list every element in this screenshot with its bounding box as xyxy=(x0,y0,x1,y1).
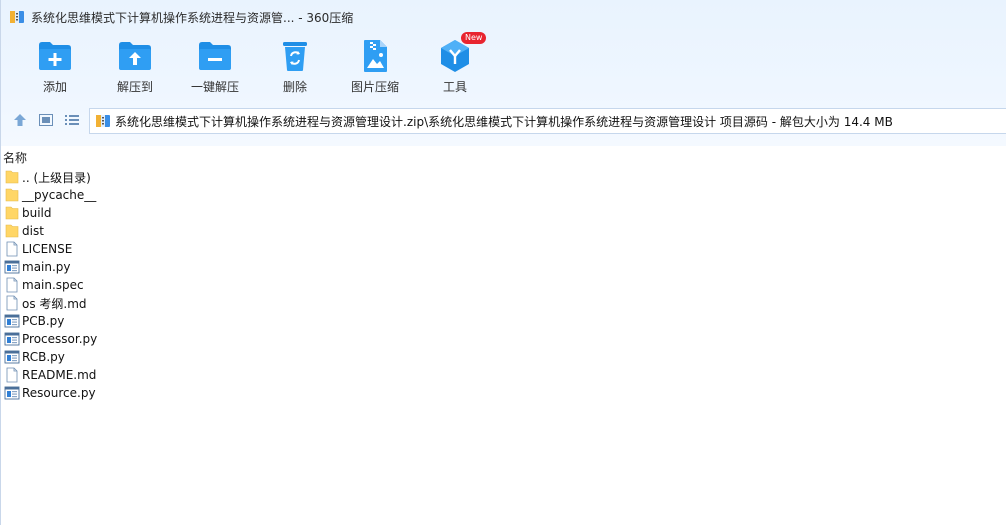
file-name: build xyxy=(22,206,52,220)
file-name: main.py xyxy=(22,260,71,274)
image-compress-label: 图片压缩 xyxy=(350,80,399,94)
address-bar[interactable]: 系统化思维模式下计算机操作系统进程与资源管理设计.zip\系统化思维模式下计算机… xyxy=(89,108,1006,134)
file-name: RCB.py xyxy=(22,350,65,364)
file-name: .. (上级目录) xyxy=(22,170,91,185)
thumbnail-view-button[interactable] xyxy=(33,107,59,135)
folder-extract-icon xyxy=(117,38,153,74)
file-row[interactable]: RCB.py xyxy=(4,348,1004,366)
document-icon xyxy=(4,241,20,257)
folder-quick-extract-icon xyxy=(197,38,233,74)
toolbar: 添加 解压到 一键解压 删除 图片压缩 New 工具 xyxy=(15,32,495,98)
file-row[interactable]: LICENSE xyxy=(4,240,1004,258)
top-area: 系统化思维模式下计算机操作系统进程与资源管... - 360压缩 添加 解压到 … xyxy=(1,0,1006,146)
file-name: dist xyxy=(22,224,44,238)
folder-icon xyxy=(4,187,20,203)
delete-button[interactable]: 删除 xyxy=(255,38,335,98)
file-row[interactable]: main.py xyxy=(4,258,1004,276)
document-icon xyxy=(4,367,20,383)
thumbnail-view-icon xyxy=(39,113,53,129)
python-file-icon xyxy=(4,259,20,275)
file-row[interactable]: Processor.py xyxy=(4,330,1004,348)
tools-label: 工具 xyxy=(442,80,467,94)
image-compress-button[interactable]: 图片压缩 xyxy=(335,38,415,98)
tools-button[interactable]: New 工具 xyxy=(415,32,495,98)
file-list: .. (上级目录) __pycache__build dist LICENSE main… xyxy=(4,168,1004,402)
file-row[interactable]: __pycache__ xyxy=(4,186,1004,204)
image-compress-icon xyxy=(357,38,393,74)
column-header-name[interactable]: 名称 xyxy=(1,146,1006,168)
folder-icon xyxy=(4,169,20,185)
up-level-button[interactable] xyxy=(7,107,33,135)
delete-label: 删除 xyxy=(282,80,307,94)
python-file-icon xyxy=(4,385,20,401)
quick-extract-label: 一键解压 xyxy=(190,80,239,94)
file-name: main.spec xyxy=(22,278,84,292)
column-name-label: 名称 xyxy=(3,150,28,165)
python-file-icon xyxy=(4,331,20,347)
file-row[interactable]: os 考纲.md xyxy=(4,294,1004,312)
file-name: Resource.py xyxy=(22,386,96,400)
file-name: os 考纲.md xyxy=(22,296,87,311)
address-path: 系统化思维模式下计算机操作系统进程与资源管理设计.zip\系统化思维模式下计算机… xyxy=(115,114,893,129)
recycle-bin-icon xyxy=(277,38,313,74)
file-name: LICENSE xyxy=(22,242,73,256)
folder-icon xyxy=(4,223,20,239)
list-view-icon xyxy=(65,114,79,129)
folder-add-icon xyxy=(37,38,73,74)
file-row[interactable]: main.spec xyxy=(4,276,1004,294)
arrow-up-icon xyxy=(13,113,27,130)
folder-icon xyxy=(4,205,20,221)
file-row[interactable]: .. (上级目录) xyxy=(4,168,1004,186)
file-row[interactable]: build xyxy=(4,204,1004,222)
file-name: PCB.py xyxy=(22,314,65,328)
file-row[interactable]: dist xyxy=(4,222,1004,240)
file-row[interactable]: Resource.py xyxy=(4,384,1004,402)
list-view-button[interactable] xyxy=(59,107,85,135)
document-icon xyxy=(4,277,20,293)
file-name: Processor.py xyxy=(22,332,98,346)
file-name: README.md xyxy=(22,368,97,382)
quick-extract-button[interactable]: 一键解压 xyxy=(175,38,255,98)
file-name: __pycache__ xyxy=(22,188,97,202)
python-file-icon xyxy=(4,349,20,365)
add-label: 添加 xyxy=(42,80,67,94)
python-file-icon xyxy=(4,313,20,329)
add-button[interactable]: 添加 xyxy=(15,38,95,98)
file-row[interactable]: README.md xyxy=(4,366,1004,384)
extract-to-button[interactable]: 解压到 xyxy=(95,38,175,98)
window-title: 系统化思维模式下计算机操作系统进程与资源管... - 360压缩 xyxy=(31,10,354,25)
extract-to-label: 解压到 xyxy=(116,80,153,94)
title-bar: 系统化思维模式下计算机操作系统进程与资源管... - 360压缩 xyxy=(1,0,1006,34)
archive-app-icon xyxy=(9,9,25,25)
new-badge: New xyxy=(461,32,487,44)
file-row[interactable]: PCB.py xyxy=(4,312,1004,330)
app-window: 系统化思维模式下计算机操作系统进程与资源管... - 360压缩 添加 解压到 … xyxy=(0,0,1006,525)
zip-archive-icon xyxy=(95,113,111,129)
document-icon xyxy=(4,295,20,311)
